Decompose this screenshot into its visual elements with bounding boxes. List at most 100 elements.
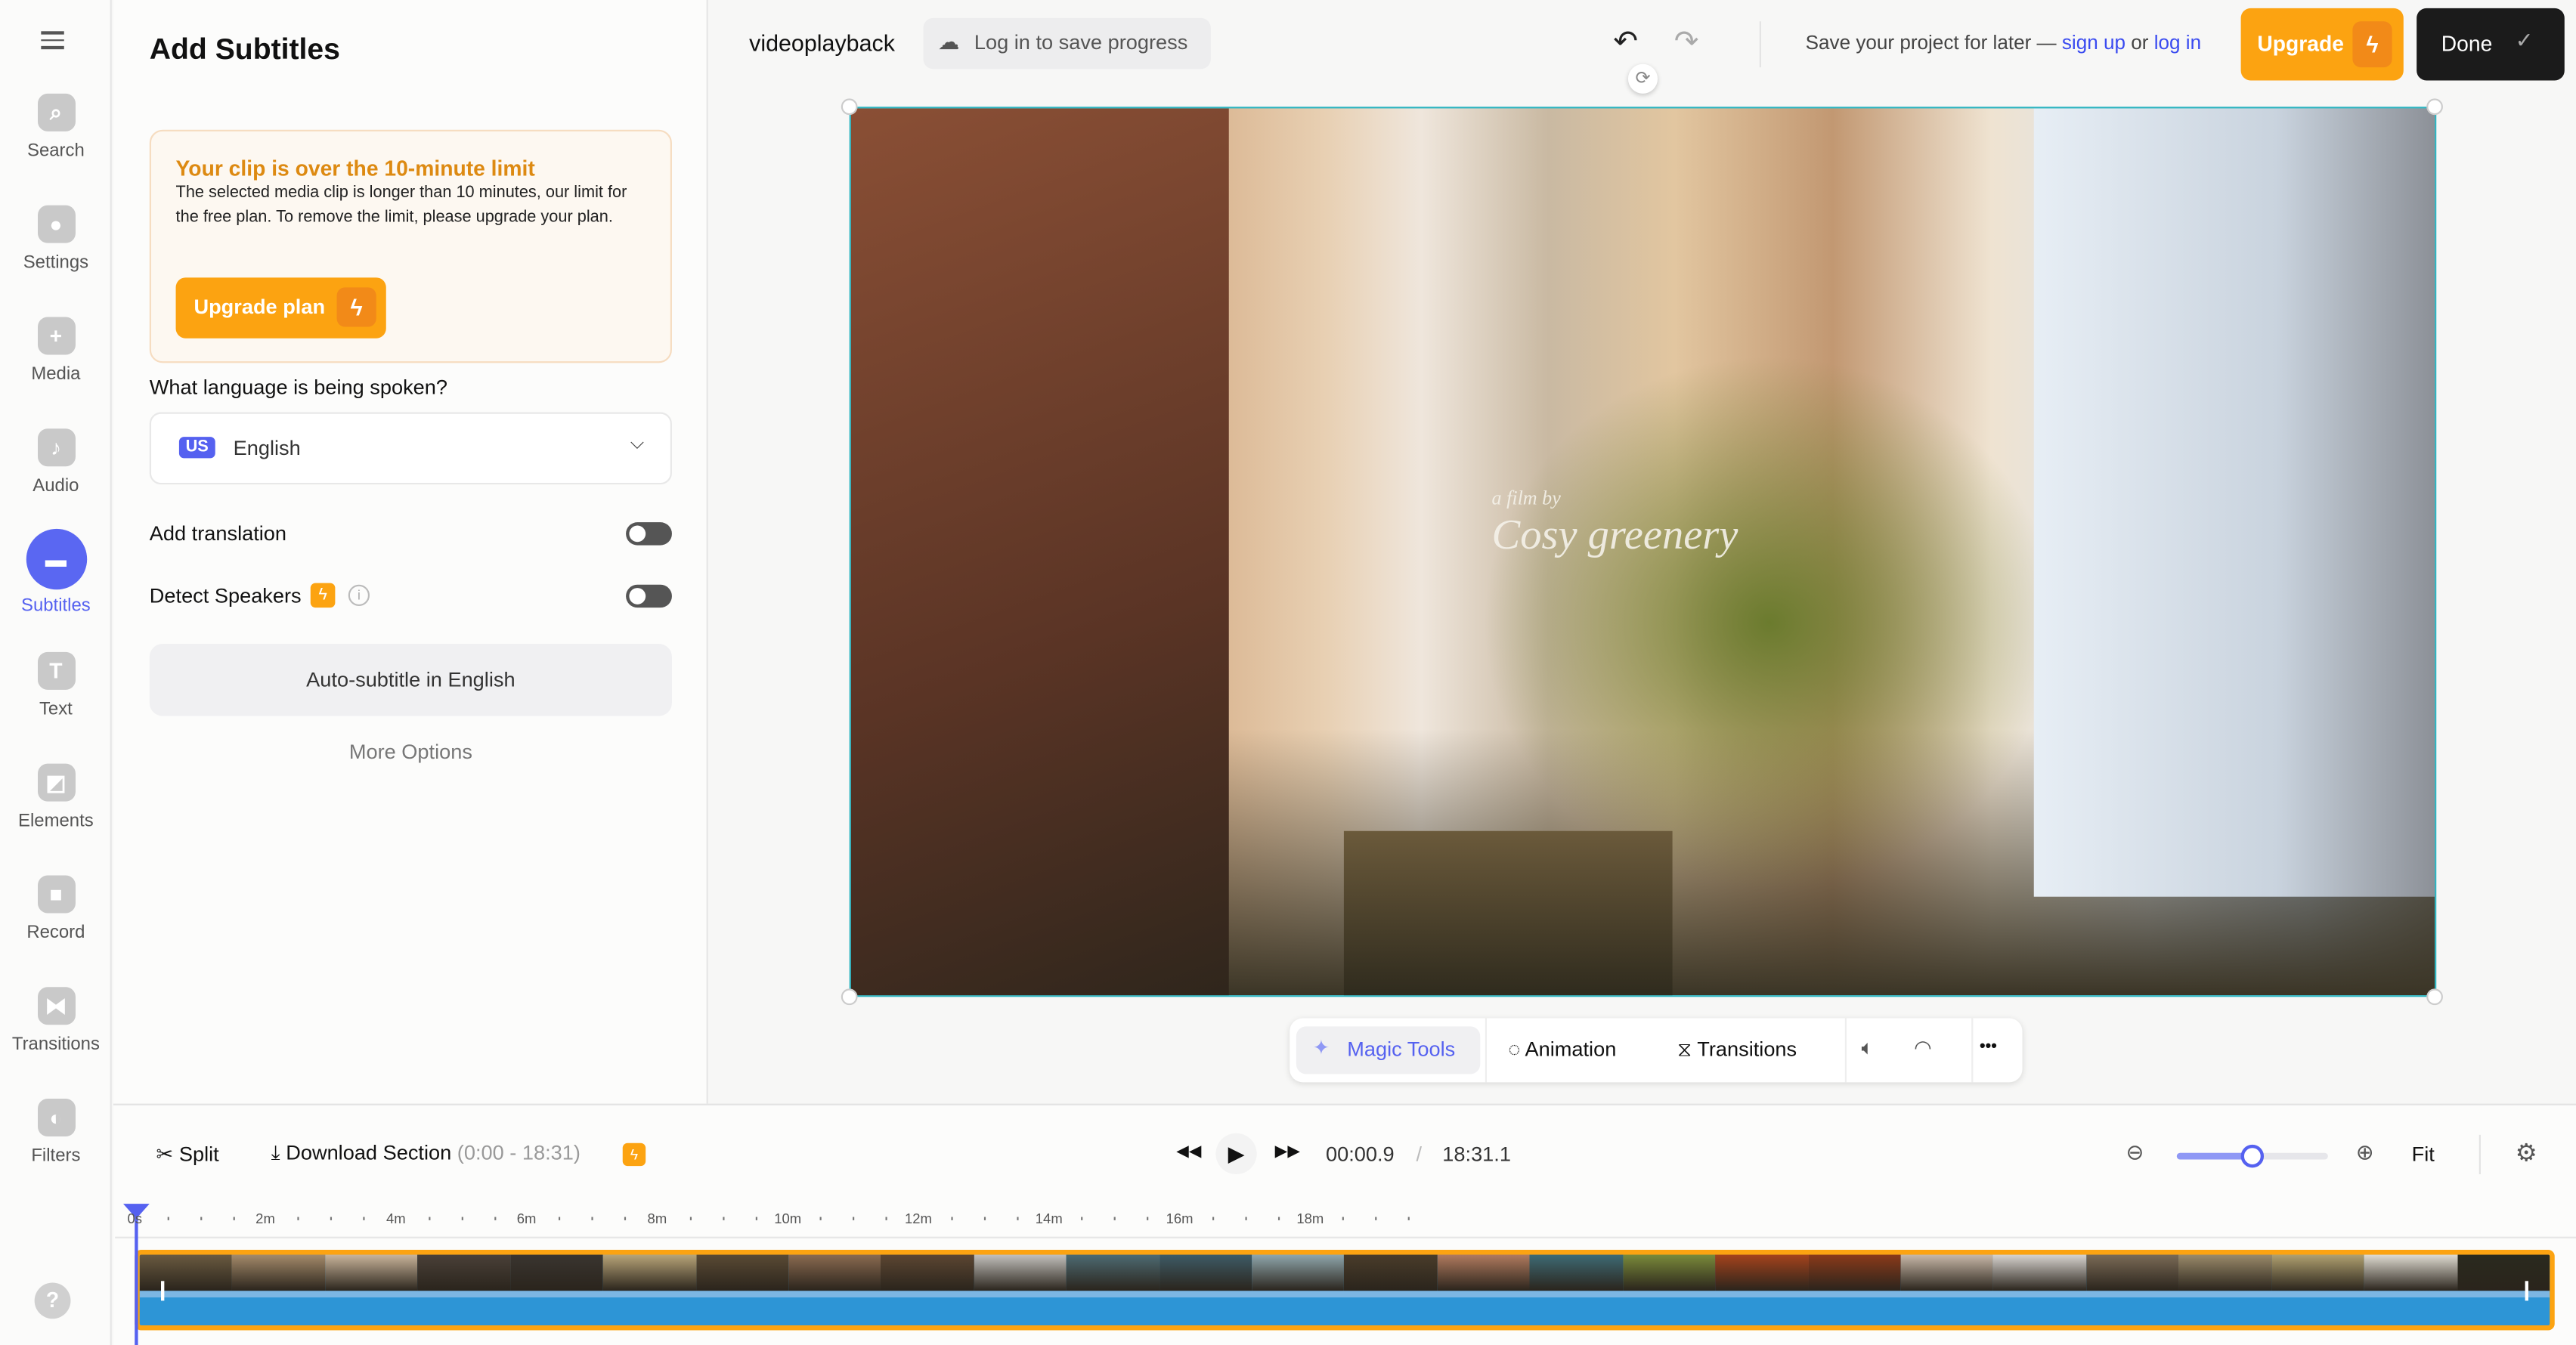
thumbnail-frame: [2271, 1254, 2364, 1291]
language-question: What language is being spoken?: [149, 376, 448, 400]
add-translation-toggle[interactable]: [626, 522, 672, 546]
resize-handle[interactable]: [841, 98, 858, 116]
info-icon[interactable]: i: [348, 584, 370, 607]
ruler-label: 6m: [516, 1210, 537, 1227]
project-name[interactable]: videoplayback: [749, 29, 895, 56]
auto-subtitle-button[interactable]: Auto-subtitle in English: [149, 644, 672, 716]
ruler-tick: [1342, 1217, 1345, 1220]
sidebar-item-record[interactable]: ■ Record: [0, 875, 112, 943]
fast-forward-icon[interactable]: ▶▶: [1275, 1143, 1300, 1161]
bolt-icon: ϟ: [2352, 21, 2392, 68]
limit-warning: Your clip is over the 10-minute limit Th…: [149, 129, 672, 363]
done-label: Done: [2441, 31, 2493, 56]
detect-speakers-toggle[interactable]: [626, 584, 672, 608]
ruler-tick: [232, 1217, 235, 1220]
ruler-tick: [494, 1217, 496, 1220]
menu-icon[interactable]: [41, 31, 64, 49]
redo-icon[interactable]: ↷: [1674, 25, 1699, 60]
sidebar-item-search[interactable]: ⌕ Search: [0, 93, 112, 161]
language-select[interactable]: US English ⌵: [149, 412, 672, 485]
resize-handle[interactable]: [2426, 988, 2443, 1006]
log-in-link[interactable]: log in: [2154, 31, 2201, 54]
sidebar-item-label: Record: [26, 923, 85, 943]
animation-button[interactable]: ◌ Animation: [1508, 1038, 1616, 1061]
current-time: 00:00.9: [1325, 1142, 1395, 1167]
sidebar-item-audio[interactable]: ♪ Audio: [0, 428, 112, 496]
undo-icon[interactable]: ↶: [1613, 25, 1638, 60]
speed-icon[interactable]: ◠: [1914, 1034, 1932, 1059]
ruler-tick: [330, 1217, 333, 1220]
zoom-slider[interactable]: [2176, 1144, 2328, 1168]
download-range: (0:00 - 18:31): [457, 1141, 581, 1164]
zoom-out-icon[interactable]: ⊖: [2126, 1139, 2144, 1166]
left-building: [850, 108, 1229, 996]
record-icon: ■: [36, 875, 75, 914]
zoom-in-icon[interactable]: ⊕: [2356, 1139, 2374, 1166]
ruler-tick: [951, 1217, 953, 1220]
login-save-button[interactable]: ☁ Log in to save progress: [923, 17, 1211, 70]
more-button[interactable]: •••: [1980, 1038, 1997, 1056]
transitions-icon: ⧖: [1677, 1037, 1692, 1062]
magic-tools-label: Magic Tools: [1347, 1037, 1456, 1062]
upgrade-plan-button[interactable]: Upgrade plan ϟ: [175, 277, 386, 339]
bolt-icon: ϟ: [336, 287, 376, 327]
ruler-tick: [1408, 1217, 1410, 1220]
thumbnail-frame: [1622, 1254, 1716, 1291]
sign-up-link[interactable]: sign up: [2062, 31, 2126, 54]
done-button[interactable]: Done ✓: [2417, 8, 2565, 81]
sidebar-item-transitions[interactable]: ⧓ Transitions: [0, 987, 112, 1054]
sidebar-item-text[interactable]: T Text: [0, 651, 112, 719]
transitions-button[interactable]: ⧖ Transitions: [1677, 1038, 1797, 1063]
play-button[interactable]: ▶: [1215, 1133, 1257, 1175]
ruler-label: 4m: [385, 1210, 406, 1227]
us-flag-badge: US: [178, 437, 215, 459]
transitions-icon: ⧓: [36, 987, 75, 1025]
ruler-tick: [592, 1217, 594, 1220]
sidebar-item-elements[interactable]: ◩ Elements: [0, 763, 112, 831]
resize-handle[interactable]: [841, 988, 858, 1006]
download-icon: ⤓: [271, 1141, 280, 1164]
more-options-link[interactable]: More Options: [150, 741, 672, 763]
rewind-icon[interactable]: ◀◀: [1176, 1143, 1201, 1161]
rotate-icon[interactable]: ⟳: [1627, 63, 1658, 94]
help-icon[interactable]: ?: [34, 1282, 71, 1319]
sidebar-item-filters[interactable]: ◐ Filters: [0, 1099, 112, 1166]
sidebar-item-label: Audio: [33, 476, 79, 496]
sidebar-item-settings[interactable]: ● Settings: [0, 205, 112, 273]
zoom-slider-handle[interactable]: [2240, 1144, 2265, 1168]
ruler-tick: [461, 1217, 463, 1220]
magic-tools-button[interactable]: ✦ Magic Tools: [1296, 1026, 1481, 1074]
ruler-tick: [1245, 1217, 1247, 1220]
thumbnail-frame: [1252, 1254, 1345, 1291]
thumbnail-frame: [881, 1254, 974, 1291]
scissors-icon: ✂: [156, 1142, 174, 1167]
warning-body: The selected media clip is longer than 1…: [175, 184, 627, 227]
sidebar-item-subtitles[interactable]: ▬ Subtitles: [0, 528, 112, 616]
login-save-label: Log in to save progress: [974, 31, 1188, 54]
resize-handle[interactable]: [2426, 98, 2443, 116]
thumbnail-frame: [2364, 1254, 2457, 1291]
video-toolbar: ✦ Magic Tools ◌ Animation ⧖ Transitions …: [1290, 1018, 2023, 1083]
volume-icon[interactable]: 🔈︎: [1862, 1036, 1874, 1061]
search-icon: ⌕: [36, 93, 75, 131]
fit-button[interactable]: Fit: [2412, 1143, 2435, 1166]
upgrade-button[interactable]: Upgrade ϟ: [2240, 8, 2404, 81]
timeline-settings-icon[interactable]: ⚙: [2516, 1138, 2537, 1167]
app: ⌕ Search ● Settings + Media ♪ Audio ▬ Subtitles T T…: [0, 0, 2576, 1345]
split-button[interactable]: ✂ Split: [156, 1142, 218, 1167]
trim-handle-right[interactable]: [2525, 1281, 2528, 1301]
video-clip-track[interactable]: [135, 1250, 2555, 1331]
download-label: Download Section: [286, 1141, 452, 1164]
watermark-logo: a film by Cosy greenery: [1491, 486, 1738, 558]
waveform: [139, 1291, 2550, 1298]
playhead[interactable]: [135, 1215, 138, 1345]
trim-handle-left[interactable]: [161, 1281, 165, 1301]
ruler-tick: [429, 1217, 431, 1220]
download-section-button[interactable]: ⤓ Download Section (0:00 - 18:31): [271, 1142, 581, 1167]
sidebar-item-media[interactable]: + Media: [0, 317, 112, 385]
text-icon: T: [36, 651, 75, 690]
ruler-label: 0s: [127, 1210, 142, 1227]
thumbnail-frame: [788, 1254, 881, 1291]
video-preview[interactable]: a film by Cosy greenery: [849, 107, 2437, 997]
ruler-tick: [1081, 1217, 1084, 1220]
